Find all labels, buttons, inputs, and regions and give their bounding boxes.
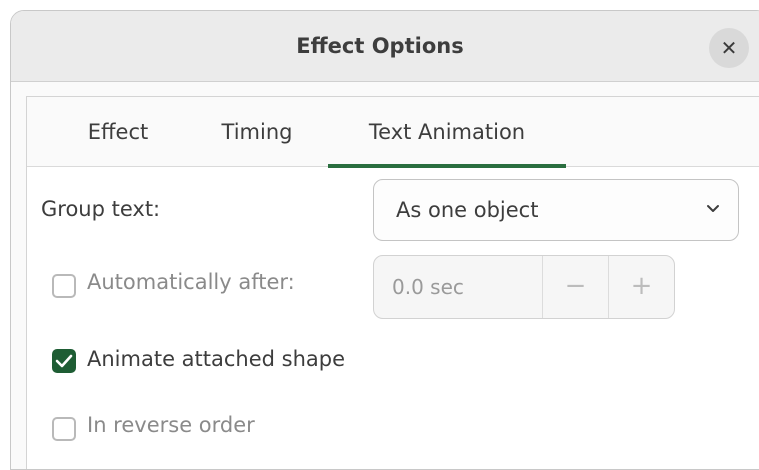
dialog-title: Effect Options [296,34,464,58]
reverse-order-label: In reverse order [87,413,255,437]
tab-timing[interactable]: Timing [203,97,311,167]
group-text-label: Group text: [41,197,161,221]
automatically-after-label: Automatically after: [87,270,295,294]
group-text-dropdown[interactable]: As one object [373,179,739,241]
effect-options-dialog: Effect Options ✕ Effect Timing Text Anim… [10,10,759,470]
chevron-down-icon [707,205,719,212]
tab-text-animation[interactable]: Text Animation [328,97,566,168]
group-text-value: As one object [396,198,539,222]
tab-effect[interactable]: Effect [57,97,179,167]
checkmark-icon [55,354,73,368]
animate-attached-shape-checkbox[interactable] [52,349,76,373]
tab-content-frame: Effect Timing Text Animation Group text:… [26,96,759,469]
close-icon: ✕ [720,36,738,60]
increase-button[interactable]: + [608,256,674,318]
tab-bar: Effect Timing Text Animation [27,97,759,168]
decrease-button[interactable]: − [542,256,608,318]
close-button[interactable]: ✕ [709,28,749,68]
reverse-order-checkbox[interactable] [52,417,76,441]
automatically-after-checkbox[interactable] [52,274,76,298]
automatically-after-spin[interactable]: 0.0 sec − + [373,255,675,319]
animate-attached-shape-label: Animate attached shape [87,347,346,371]
title-bar: Effect Options ✕ [11,11,759,82]
delay-value[interactable]: 0.0 sec [392,256,464,318]
